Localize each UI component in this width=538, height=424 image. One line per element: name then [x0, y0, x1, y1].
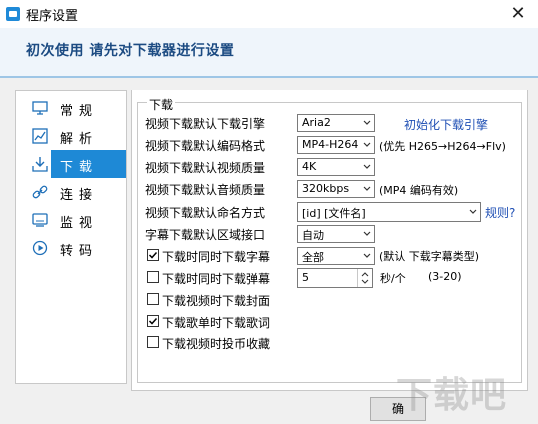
sidebar-item-transcode[interactable]: 转码 — [16, 234, 126, 262]
sidebar-item-label: 连接 — [60, 188, 99, 203]
chevron-down-icon — [363, 120, 371, 125]
audio-label: 视频下载默认音频质量 — [145, 183, 266, 197]
chart-icon — [32, 128, 48, 144]
naming-label: 视频下载默认命名方式 — [145, 206, 266, 220]
chevron-down-icon — [363, 142, 371, 147]
link-icon — [32, 185, 48, 199]
group-title: 下载 — [147, 96, 176, 113]
sidebar-item-general[interactable]: 常规 — [16, 94, 126, 122]
chevron-down-icon — [363, 186, 371, 191]
chevron-down-icon — [363, 164, 371, 169]
check-icon — [148, 251, 158, 259]
init-engine-link[interactable]: 初始化下载引擎 — [404, 116, 488, 133]
subtitles-note: (默认 下载字幕类型) — [379, 250, 480, 263]
danmaku-unit: 秒/个 — [380, 272, 406, 285]
chevron-down-icon — [363, 253, 371, 258]
sidebar-item-label: 常规 — [60, 104, 99, 119]
danmaku-interval-stepper[interactable]: 5 — [297, 268, 373, 288]
sidebar-item-monitor[interactable]: 监视 — [16, 206, 126, 234]
codec-note: (优先 H265→H264→Flv) — [379, 140, 506, 153]
coin-checkbox[interactable] — [147, 336, 159, 348]
sidebar-item-label: 解析 — [60, 132, 99, 147]
close-icon[interactable]: ✕ — [506, 2, 530, 26]
sidebar: 常规 解析 下载 连接 监视 转码 — [15, 90, 127, 384]
lyrics-checkbox[interactable] — [147, 315, 159, 327]
screen-icon — [32, 213, 48, 227]
codec-select[interactable]: MP4-H264 — [297, 136, 375, 154]
engine-label: 视频下载默认下载引擎 — [145, 117, 266, 131]
sidebar-item-label: 转码 — [60, 244, 99, 259]
cover-checkbox[interactable] — [147, 293, 159, 305]
subtitles-label: 下载时同时下载字幕 — [162, 250, 271, 264]
coin-label: 下载视频时投币收藏 — [162, 337, 271, 351]
banner-text: 初次使用 请先对下载器进行设置 — [26, 43, 235, 59]
sidebar-item-connect[interactable]: 连接 — [16, 178, 126, 206]
watermark: 下载吧 — [396, 375, 508, 416]
chevron-down-icon — [469, 209, 477, 214]
app-icon — [6, 7, 20, 21]
subtitles-checkbox[interactable] — [147, 249, 159, 261]
naming-select[interactable]: [id] [文件名] — [297, 202, 481, 222]
cover-label: 下载视频时下载封面 — [162, 294, 271, 308]
sidebar-item-parse[interactable]: 解析 — [16, 122, 126, 150]
monitor-icon — [32, 101, 48, 115]
quality-label: 视频下载默认视频质量 — [145, 161, 266, 175]
danmaku-checkbox[interactable] — [147, 271, 159, 283]
title-bar: 程序设置 ✕ — [0, 0, 538, 28]
play-icon — [32, 240, 48, 256]
sidebar-item-download[interactable]: 下载 — [51, 150, 126, 178]
engine-select[interactable]: Aria2 — [297, 114, 375, 132]
stepper-buttons[interactable] — [357, 269, 372, 287]
codec-label: 视频下载默认编码格式 — [145, 139, 266, 153]
window-title: 程序设置 — [26, 9, 79, 24]
stepper-arrows-icon — [361, 272, 369, 284]
subtitle-region-select[interactable]: 自动 — [297, 225, 375, 243]
subtitle-type-select[interactable]: 全部 — [297, 247, 375, 265]
danmaku-range: (3-20) — [428, 270, 462, 283]
subtitle-region-label: 字幕下载默认区域接口 — [145, 228, 266, 242]
download-icon — [32, 157, 48, 172]
lyrics-label: 下载歌单时下载歌词 — [162, 316, 271, 330]
check-icon — [148, 317, 158, 325]
sidebar-item-label: 下载 — [60, 160, 99, 175]
audio-note: (MP4 编码有效) — [379, 184, 459, 197]
danmaku-label: 下载时同时下载弹幕 — [162, 272, 271, 286]
chevron-down-icon — [363, 231, 371, 236]
audio-select[interactable]: 320kbps — [297, 180, 375, 198]
quality-select[interactable]: 4K — [297, 158, 375, 176]
naming-rules-link[interactable]: 规则? — [485, 204, 515, 221]
sidebar-item-label: 监视 — [60, 216, 99, 231]
